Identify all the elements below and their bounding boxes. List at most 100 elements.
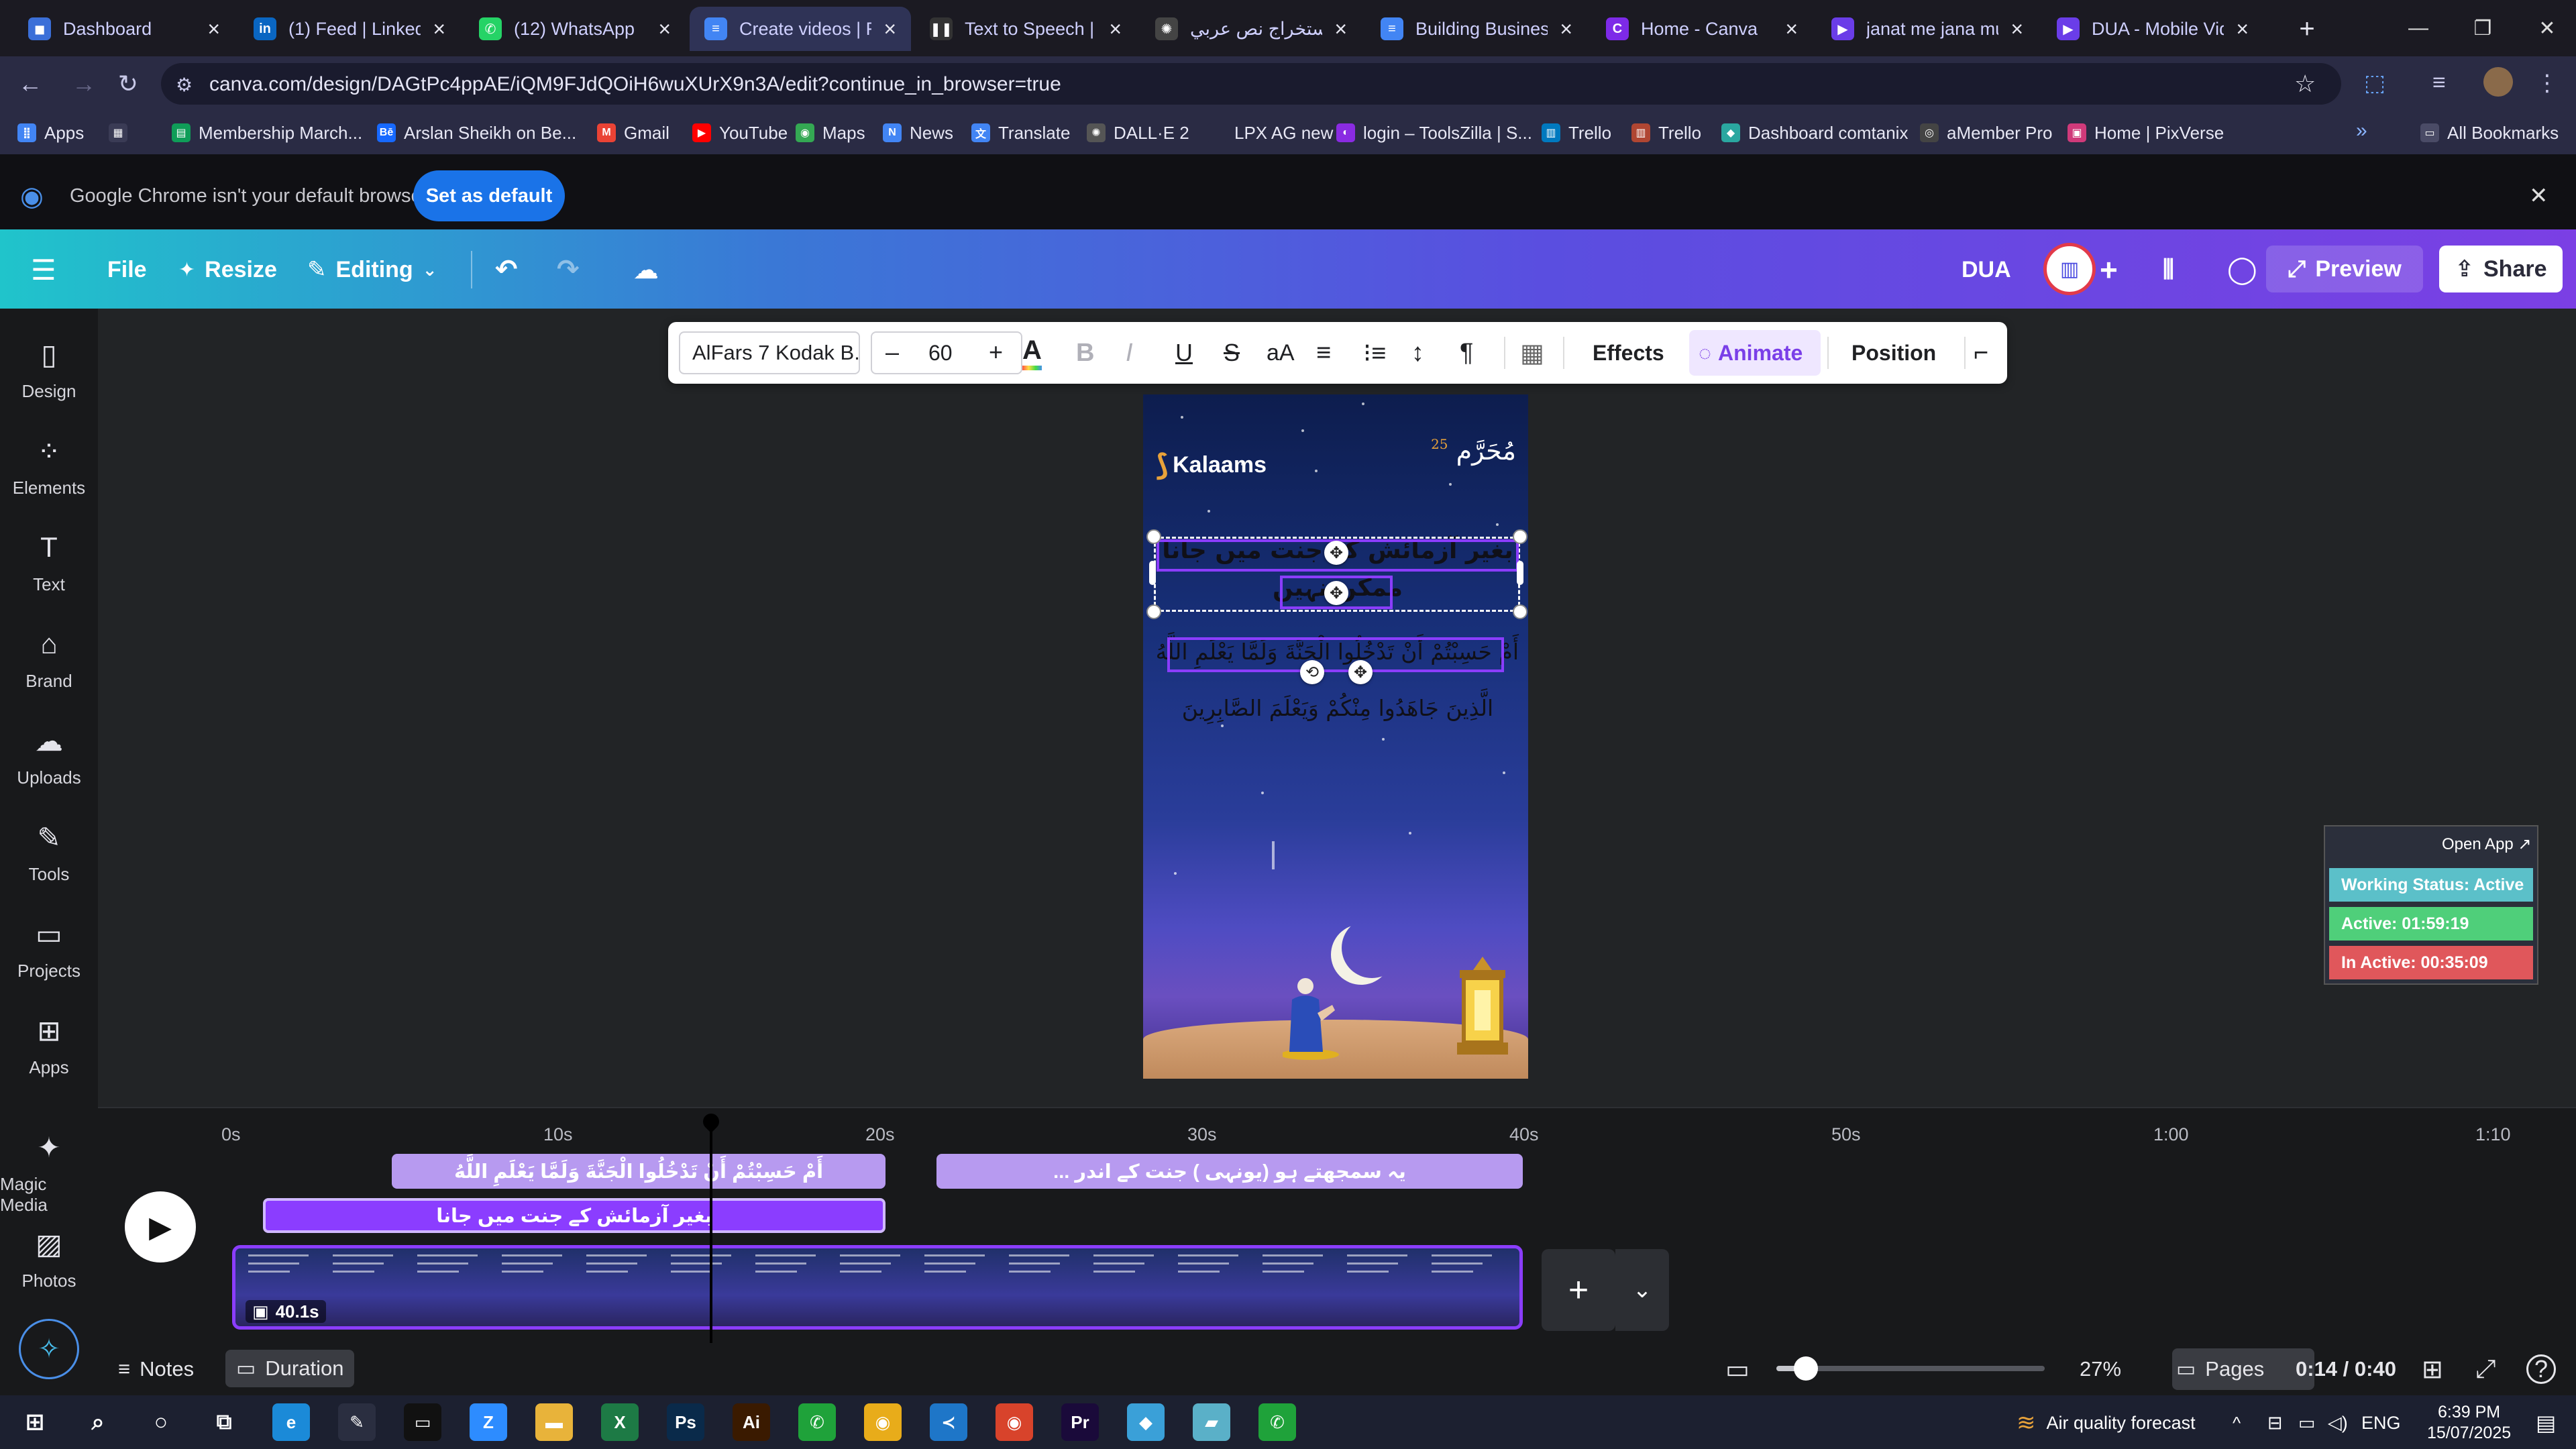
profile-avatar[interactable]	[2483, 67, 2513, 97]
resize-handle-bottom-right[interactable]	[1513, 604, 1527, 619]
sidebar-item-uploads[interactable]: ☁ Uploads	[0, 722, 98, 788]
muharram-logo[interactable]: مُحَرَّم 25	[1415, 436, 1516, 479]
font-selector[interactable]: AlFars 7 Kodak B...	[679, 331, 860, 374]
browser-tab[interactable]: ▶ janat me jana mu ×	[1817, 7, 2038, 51]
terminal-icon[interactable]: ▭	[404, 1403, 441, 1441]
reload-icon[interactable]: ↻	[111, 67, 145, 101]
align-icon[interactable]: ≡	[1316, 322, 1331, 384]
resize-handle-bottom-left[interactable]	[1146, 604, 1161, 619]
fullscreen-icon[interactable]: ⤢	[2475, 1352, 2496, 1386]
bookmark-item[interactable]: LPX AG new	[1208, 118, 1333, 148]
bookmark-item[interactable]: ▣ Home | PixVerse	[2068, 118, 2224, 148]
move-icon[interactable]: ✥	[1348, 660, 1373, 684]
sidebar-item-projects[interactable]: ▭ Projects	[0, 915, 98, 981]
bookmark-item[interactable]: ◎ aMember Pro	[1920, 118, 2053, 148]
cortana-icon[interactable]: ○	[142, 1403, 180, 1441]
sidebar-item-text[interactable]: T Text	[0, 529, 98, 595]
resize-handle-top-right[interactable]	[1513, 529, 1527, 544]
banner-close-icon[interactable]: ✕	[2529, 182, 2548, 209]
lantern-image[interactable]	[1442, 953, 1523, 1067]
insights-icon[interactable]: ⫴	[2163, 248, 2174, 291]
tab-close-icon[interactable]: ×	[658, 17, 671, 42]
grid-view-icon[interactable]: ⊞	[2422, 1352, 2443, 1386]
tab-close-icon[interactable]: ×	[2010, 17, 2023, 42]
resize-handle-top-left[interactable]	[1146, 529, 1161, 544]
bookmark-item[interactable]: 文 Translate	[971, 118, 1070, 148]
url-text[interactable]: canva.com/design/DAGtPc4ppAE/iQM9FJdQOiH…	[209, 73, 1061, 96]
network-icon[interactable]: ▭	[2298, 1406, 2316, 1440]
media-control-icon[interactable]: ≡	[2432, 70, 2446, 96]
text-clip-next[interactable]: یہ سمجھتے ہو (یونہی ) جنت کے اندر ...	[936, 1154, 1523, 1189]
file-menu[interactable]: File	[107, 248, 147, 291]
tab-close-icon[interactable]: ×	[1560, 17, 1572, 42]
add-page-button[interactable]: +	[1542, 1249, 1615, 1331]
user-avatar[interactable]: ▥	[2043, 243, 2096, 295]
bookmark-item[interactable]: N News	[883, 118, 953, 148]
tab-close-icon[interactable]: ×	[1785, 17, 1798, 42]
copy-style-icon[interactable]: ⌐	[1974, 322, 1988, 384]
share-button[interactable]: ⇪ Share	[2439, 246, 2563, 292]
notifications-icon[interactable]: ▤	[2536, 1406, 2556, 1440]
more-bookmarks-icon[interactable]: »	[2356, 119, 2367, 142]
all-bookmarks[interactable]: ▭ All Bookmarks	[2420, 118, 2559, 148]
quran-verse-line2[interactable]: الَّذِينَ جَاهَدُوا مِنْكُمْ وَيَعْلَمَ …	[1157, 695, 1519, 721]
effects-button[interactable]: Effects	[1593, 322, 1664, 384]
bookmark-item[interactable]: ✺ DALL·E 2	[1087, 118, 1189, 148]
excel-icon[interactable]: X	[601, 1403, 639, 1441]
project-title[interactable]: DUA	[1962, 248, 2011, 291]
sidebar-item-design[interactable]: ▯ Design	[0, 335, 98, 402]
bookmark-item[interactable]: ▤ Membership March...	[172, 118, 362, 148]
tray-app-icon[interactable]: ⊟	[2267, 1406, 2283, 1440]
thumbnail-view-icon[interactable]: ▭	[1725, 1352, 1750, 1386]
blue-app-icon[interactable]: ◆	[1127, 1403, 1165, 1441]
decrease-size-button[interactable]: –	[885, 338, 899, 366]
windows-start-icon[interactable]: ⊞	[16, 1403, 54, 1441]
increase-size-button[interactable]: +	[989, 338, 1003, 366]
resize-handle-left[interactable]	[1149, 561, 1156, 585]
editing-mode-button[interactable]: ✎ Editing ⌄	[307, 248, 437, 291]
task-view-icon[interactable]: ⧉	[205, 1403, 243, 1441]
chrome-active-icon[interactable]: ◉	[996, 1403, 1033, 1441]
text-direction-icon[interactable]: ¶	[1460, 322, 1473, 384]
folder-icon[interactable]: ▬	[535, 1403, 573, 1441]
files-icon[interactable]: ▰	[1193, 1403, 1230, 1441]
forward-icon[interactable]: →	[67, 67, 101, 101]
bookmark-item[interactable]: ▦	[109, 118, 136, 148]
bookmark-item[interactable]: ▥ Trello	[1631, 118, 1701, 148]
transparency-icon[interactable]: ▦	[1520, 322, 1544, 384]
browser-tab[interactable]: ✆ (12) WhatsApp ×	[464, 7, 686, 51]
back-icon[interactable]: ←	[13, 67, 47, 101]
crescent-moon-image[interactable]	[1342, 918, 1402, 978]
sidebar-item-magic-media[interactable]: ✦ Magic Media	[0, 1128, 98, 1216]
text-clip-verse[interactable]: أَمْ حَسِبْتُمْ أَنْ تَدْخُلُوا الْجَنَّ…	[392, 1154, 885, 1189]
browser-tab[interactable]: in (1) Feed | LinkedIn ×	[239, 7, 460, 51]
browser-tab[interactable]: ◼ Dashboard ×	[13, 7, 235, 51]
browser-tab[interactable]: ≡ Building Business ×	[1366, 7, 1587, 51]
play-button[interactable]: ▶	[125, 1191, 196, 1263]
browser-tab[interactable]: ❚❚ Text to Speech | E ×	[915, 7, 1136, 51]
bookmark-star-icon[interactable]: ☆	[2294, 70, 2316, 98]
help-icon[interactable]: ?	[2526, 1354, 2556, 1384]
green-app-icon[interactable]: ✆	[798, 1403, 836, 1441]
tab-close-icon[interactable]: ×	[1109, 17, 1122, 42]
duration-button[interactable]: ▭ Duration	[225, 1350, 355, 1387]
text-clip-selected[interactable]: بغیر آزمائش کے جنت میں جانا	[263, 1198, 885, 1233]
video-clip-track[interactable]	[232, 1245, 1523, 1330]
text-color-button[interactable]: A	[1022, 322, 1042, 384]
bookmark-item[interactable]: ▶ YouTube	[692, 118, 788, 148]
notes-button[interactable]: ≡ Notes	[118, 1352, 194, 1386]
pages-button[interactable]: ▭ Pages	[2176, 1352, 2264, 1386]
open-app-link[interactable]: Open App ↗	[2442, 835, 2532, 854]
bookmark-item[interactable]: M Gmail	[597, 118, 669, 148]
move-icon[interactable]: ✥	[1324, 541, 1348, 565]
move-icon[interactable]: ✥	[1324, 581, 1348, 605]
browser-tab[interactable]: C Home - Canva ×	[1591, 7, 1813, 51]
chrome-icon[interactable]: ◉	[864, 1403, 902, 1441]
undo-icon[interactable]: ↶	[495, 248, 518, 291]
playhead[interactable]	[710, 1115, 712, 1343]
language-indicator[interactable]: ENG	[2361, 1406, 2401, 1440]
clock[interactable]: 6:39 PM 15/07/2025	[2427, 1403, 2511, 1442]
site-info-icon[interactable]: ⚙	[176, 74, 193, 96]
browser-tab[interactable]: ✺ استخراج نص عربي ×	[1140, 7, 1362, 51]
animate-button[interactable]: ◌ Animate	[1689, 330, 1821, 376]
